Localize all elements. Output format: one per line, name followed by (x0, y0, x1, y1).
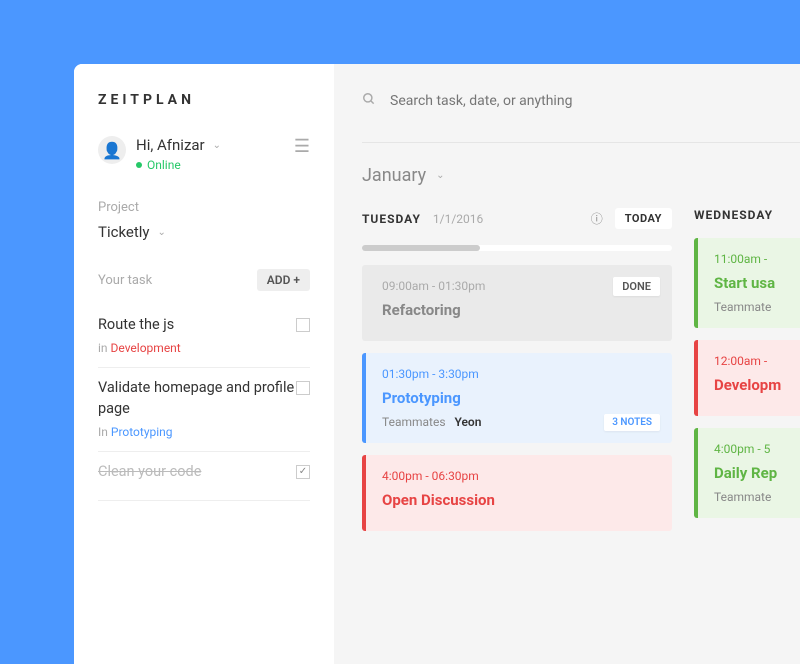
search-icon (362, 92, 376, 110)
scroll-thumb[interactable] (362, 245, 480, 251)
event-time: 11:00am - (714, 252, 800, 266)
event-title: Start usa (714, 274, 800, 292)
done-badge: DONE (613, 277, 660, 296)
event-title: Prototyping (382, 389, 656, 407)
day-column: TUESDAY1/1/2016ⓘTODAY09:00am - 01:30pmRe… (362, 208, 672, 543)
task-label: Your task (98, 273, 152, 288)
event-card[interactable]: 09:00am - 01:30pmRefactoringDONE (362, 265, 672, 341)
day-header: WEDNESDAY (694, 208, 800, 222)
event-team: Teammate (714, 300, 800, 314)
info-icon[interactable]: ⓘ (591, 210, 603, 227)
status-text: Online (147, 158, 181, 172)
event-time: 01:30pm - 3:30pm (382, 367, 656, 381)
logo: ZEITPLAN (98, 92, 310, 108)
task-item[interactable]: Route the js in Development (98, 305, 310, 368)
event-title: Daily Rep (714, 464, 800, 482)
search-input[interactable] (390, 93, 800, 109)
app-window: ZEITPLAN 👤 Hi, Afnizar ⌄ Online ☰ Projec… (74, 64, 800, 664)
event-time: 4:00pm - 06:30pm (382, 469, 656, 483)
user-row: 👤 Hi, Afnizar ⌄ Online ☰ (98, 136, 310, 172)
day-columns: TUESDAY1/1/2016ⓘTODAY09:00am - 01:30pmRe… (362, 208, 800, 543)
user-info: Hi, Afnizar ⌄ Online (136, 136, 284, 172)
event-time: 12:00am - (714, 354, 800, 368)
task-title: Route the js (98, 315, 181, 335)
chevron-down-icon: ⌄ (213, 140, 221, 151)
task-list: Route the js in Development Validate homep… (98, 305, 310, 501)
task-item[interactable]: Clean your code ✓ (98, 452, 310, 501)
event-team: Teammate (714, 490, 800, 504)
day-date: 1/1/2016 (433, 212, 483, 226)
month-selector[interactable]: January ⌄ (362, 142, 800, 186)
event-card[interactable]: 12:00am - Developm (694, 340, 800, 416)
day-name: WEDNESDAY (694, 208, 773, 222)
project-name-text: Ticketly (98, 223, 150, 241)
day-name: TUESDAY (362, 212, 421, 226)
task-title: Validate homepage and profile page (98, 378, 296, 419)
event-card[interactable]: 01:30pm - 3:30pmPrototypingTeammates Yeo… (362, 353, 672, 443)
task-item[interactable]: Validate homepage and profile page In Pro… (98, 368, 310, 452)
main: January ⌄ TUESDAY1/1/2016ⓘTODAY09:00am -… (334, 64, 800, 664)
event-card[interactable]: 4:00pm - 5 Daily Rep Teammate (694, 428, 800, 518)
month-name: January (362, 165, 426, 186)
menu-icon[interactable]: ☰ (294, 136, 310, 157)
notes-badge[interactable]: 3 NOTES (604, 414, 660, 431)
avatar[interactable]: 👤 (98, 136, 126, 164)
event-time: 4:00pm - 5 (714, 442, 800, 456)
task-header: Your task ADD + (98, 269, 310, 291)
status-dot-icon (136, 162, 142, 168)
task-meta: in Development (98, 341, 181, 355)
project-selector[interactable]: Ticketly ⌄ (98, 223, 310, 241)
scroll-track[interactable] (362, 245, 672, 251)
user-greeting[interactable]: Hi, Afnizar ⌄ (136, 136, 284, 154)
user-greeting-text: Hi, Afnizar (136, 136, 205, 154)
task-title: Clean your code (98, 462, 201, 482)
today-badge[interactable]: TODAY (615, 208, 672, 229)
sidebar: ZEITPLAN 👤 Hi, Afnizar ⌄ Online ☰ Projec… (74, 64, 334, 664)
event-card[interactable]: 4:00pm - 06:30pm Open Discussion (362, 455, 672, 531)
add-task-button[interactable]: ADD + (257, 269, 310, 291)
event-card[interactable]: 11:00am - Start usa Teammate (694, 238, 800, 328)
project-label: Project (98, 200, 310, 215)
task-checkbox[interactable]: ✓ (296, 465, 310, 479)
chevron-down-icon: ⌄ (436, 170, 444, 181)
event-title: Open Discussion (382, 491, 656, 509)
task-meta: In Prototyping (98, 425, 296, 439)
task-checkbox[interactable] (296, 381, 310, 395)
event-title: Refactoring (382, 301, 656, 319)
day-column: WEDNESDAY 11:00am - Start usa Teammate 12:0… (694, 208, 800, 543)
search-row (362, 92, 800, 110)
chevron-down-icon: ⌄ (158, 227, 166, 238)
event-title: Developm (714, 376, 800, 394)
user-status: Online (136, 158, 284, 172)
day-header: TUESDAY 1/1/2016 ⓘ TODAY (362, 208, 672, 229)
task-checkbox[interactable] (296, 318, 310, 332)
